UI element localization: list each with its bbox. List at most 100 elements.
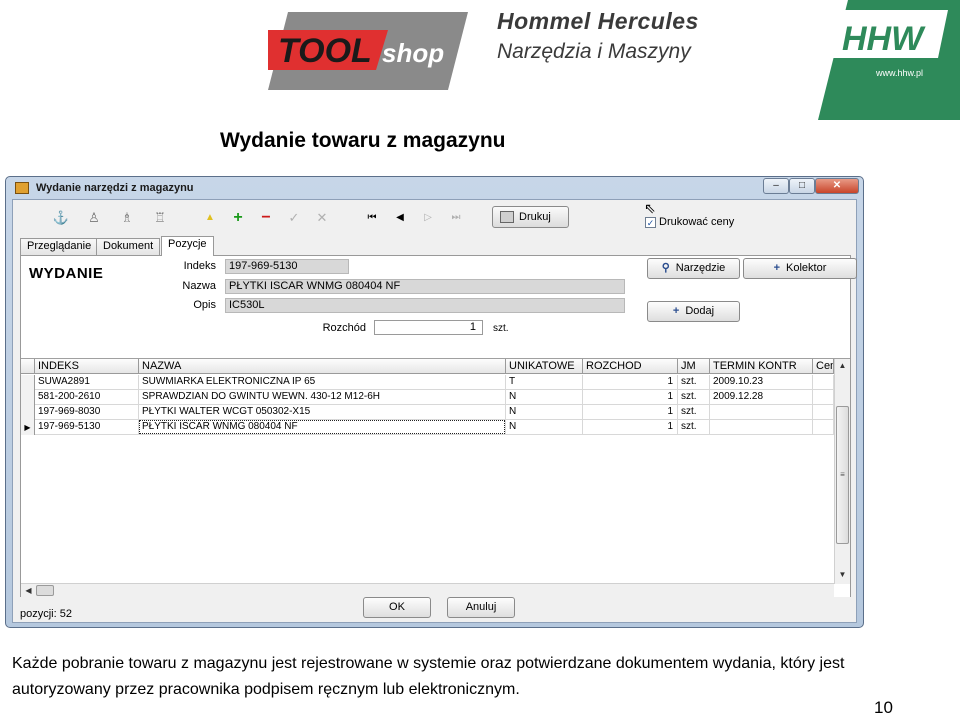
mouse-cursor-icon: ⇖: [644, 200, 656, 216]
users-icon[interactable]: ♗: [117, 208, 137, 228]
print-label: Drukuj: [519, 211, 551, 223]
tab-dokument[interactable]: Dokument: [96, 238, 161, 255]
header-unikatowe[interactable]: UNIKATOWE: [506, 359, 583, 374]
cell-termin: [710, 420, 813, 435]
app-window: Wydanie narzędzi z magazynu – □ ✕ ⚓ ♙ ♗ …: [5, 176, 864, 628]
app-icon: [15, 182, 29, 194]
cell-rozchod: 1: [583, 420, 678, 435]
cell-nazwa: PŁYTKI ISCAR WNMG 080404 NF: [139, 420, 506, 435]
vertical-scrollbar[interactable]: ▲ ≡ ▼: [834, 359, 850, 584]
cell-cena: [813, 375, 834, 390]
cell-cena: [813, 405, 834, 420]
index-label: Indeks: [183, 260, 216, 272]
prev-record-icon[interactable]: ◀: [390, 208, 410, 228]
pozycje-panel: WYDANIE Indeks 197-969-5130 Nazwa PŁYTKI…: [20, 255, 857, 597]
cell-jm: szt.: [678, 405, 710, 420]
table-row[interactable]: 197-969-8030 PŁYTKI WALTER WCGT 050302-X…: [21, 405, 834, 420]
minimize-button[interactable]: –: [763, 178, 789, 194]
delete-icon[interactable]: −: [256, 208, 276, 228]
header-rozchod[interactable]: ROZCHOD: [583, 359, 678, 374]
cell-indeks: 197-969-8030: [35, 405, 139, 420]
browse-icon[interactable]: ⚓: [51, 208, 71, 228]
status-bar: pozycji: 52: [20, 608, 72, 620]
grid-header: INDEKS NAZWA UNIKATOWE ROZCHOD JM TERMIN…: [21, 359, 834, 374]
hhw-logo-mark: HHW: [842, 20, 926, 58]
window-client: ⚓ ♙ ♗ ♖ ▲ + − ✓ ✕ ⏮ ◀ ▷ ⏭ Drukuj ⇖ ✓ Druk…: [12, 199, 857, 623]
table-row-selected[interactable]: ▶ 197-969-5130 PŁYTKI ISCAR WNMG 080404 …: [21, 420, 834, 435]
add-icon[interactable]: +: [228, 208, 248, 228]
cell-rozchod: 1: [583, 405, 678, 420]
horizontal-scrollbar[interactable]: ◀: [21, 583, 834, 597]
tab-pozycje[interactable]: Pozycje: [161, 236, 214, 256]
header-cena[interactable]: Cen: [813, 359, 834, 374]
tool-button-label: Narzędzie: [675, 262, 726, 274]
cell-cena: [813, 390, 834, 405]
tab-przegladanie[interactable]: Przeglądanie: [20, 238, 99, 255]
slide-description: Każde pobranie towaru z magazynu jest re…: [12, 655, 845, 698]
plus-icon: +: [672, 305, 680, 317]
brand-subtitle: Narzędzia i Maszyny: [497, 40, 691, 63]
scroll-up-icon[interactable]: ▲: [835, 359, 850, 373]
add-button-label: Dodaj: [685, 305, 715, 317]
tool-button[interactable]: ⚲ Narzędzie: [647, 258, 740, 279]
desc-field[interactable]: IC530L: [225, 298, 625, 313]
header-indicator: [21, 359, 35, 374]
cell-cena: [813, 420, 834, 435]
cell-unikatowe: N: [506, 420, 583, 435]
next-record-icon[interactable]: ▷: [418, 208, 438, 228]
table-row[interactable]: SUWA2891 SUWMIARKA ELEKTRONICZNA IP 65 T…: [21, 375, 834, 390]
print-button[interactable]: Drukuj: [492, 206, 569, 228]
brand-title: Hommel Hercules: [497, 8, 699, 34]
row-indicator: [21, 375, 35, 390]
print-prices-label: Drukować ceny: [659, 216, 735, 228]
hhw-logo-url: www.hhw.pl: [875, 68, 923, 78]
collector-button-label: Kolektor: [786, 262, 827, 274]
name-field[interactable]: PŁYTKI ISCAR WNMG 080404 NF: [225, 279, 625, 294]
status-count: 52: [59, 608, 72, 620]
header-nazwa[interactable]: NAZWA: [139, 359, 506, 374]
issue-unit: szt.: [493, 323, 509, 334]
print-prices-checkbox[interactable]: ✓ Drukować ceny: [645, 216, 734, 228]
header-jm[interactable]: JM: [678, 359, 710, 374]
issue-quantity-input[interactable]: 1: [374, 320, 483, 335]
maximize-button[interactable]: □: [789, 178, 815, 194]
cell-rozchod: 1: [583, 375, 678, 390]
cancel-button[interactable]: Anuluj: [447, 597, 515, 618]
confirm-icon[interactable]: ✓: [284, 208, 304, 228]
name-label: Nazwa: [182, 280, 216, 292]
horizontal-scroll-thumb[interactable]: [36, 585, 54, 596]
first-icon[interactable]: ▲: [200, 208, 220, 228]
header-termin[interactable]: TERMIN KONTR: [710, 359, 813, 374]
tool-logo-part2: shop: [382, 38, 444, 68]
collector-button[interactable]: + Kolektor: [743, 258, 857, 279]
cell-jm: szt.: [678, 390, 710, 405]
window-titlebar[interactable]: Wydanie narzędzi z magazynu – □ ✕: [6, 177, 863, 199]
scroll-down-icon[interactable]: ▼: [835, 568, 850, 582]
status-label: pozycji:: [20, 608, 57, 620]
page-number: 10: [874, 698, 893, 717]
header-indeks[interactable]: INDEKS: [35, 359, 139, 374]
cancel-icon[interactable]: ✕: [312, 208, 332, 228]
document-icon[interactable]: ♖: [150, 208, 170, 228]
last-record-icon[interactable]: ⏭: [446, 208, 466, 228]
form-heading: WYDANIE: [29, 265, 104, 282]
vertical-scroll-thumb[interactable]: ≡: [836, 406, 849, 544]
cell-unikatowe: N: [506, 405, 583, 420]
user-icon[interactable]: ♙: [84, 208, 104, 228]
add-button[interactable]: + Dodaj: [647, 301, 740, 322]
row-indicator: [21, 390, 35, 405]
plus-icon: +: [773, 262, 781, 274]
cell-nazwa: SUWMIARKA ELEKTRONICZNA IP 65: [139, 375, 506, 390]
cell-unikatowe: N: [506, 390, 583, 405]
cell-rozchod: 1: [583, 390, 678, 405]
cell-indeks: SUWA2891: [35, 375, 139, 390]
close-button[interactable]: ✕: [815, 178, 859, 194]
table-row[interactable]: 581-200-2610 SPRAWDZIAN DO GWINTU WEWN. …: [21, 390, 834, 405]
scroll-left-icon[interactable]: ◀: [21, 584, 36, 598]
first-record-icon[interactable]: ⏮: [362, 208, 382, 228]
index-field[interactable]: 197-969-5130: [225, 259, 349, 274]
hhw-logo: HHW www.hhw.pl: [818, 0, 960, 120]
toolshop-logo: TOOL shop: [268, 12, 468, 90]
ok-button[interactable]: OK: [363, 597, 431, 618]
issue-label: Rozchód: [322, 322, 366, 334]
